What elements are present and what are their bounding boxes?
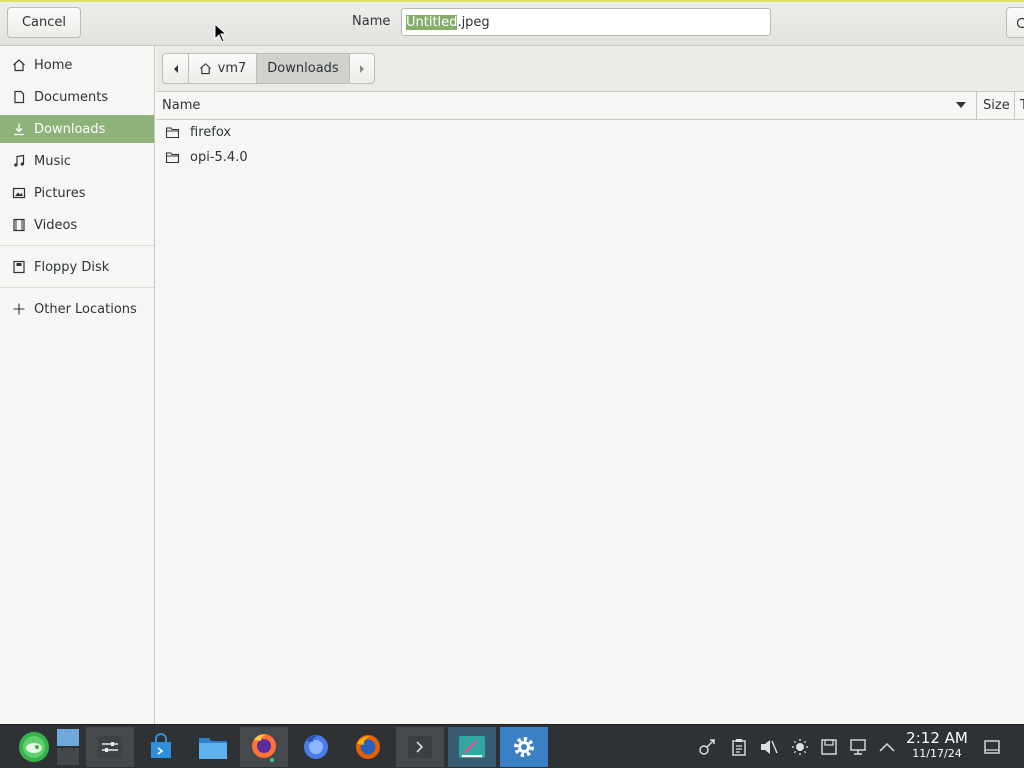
window-edge [0,0,1024,2]
firefox-alt-icon [304,735,328,759]
column-divider[interactable] [1014,92,1015,119]
network-tray-icon[interactable] [698,737,718,757]
tray-expand-chevron-up-icon[interactable] [877,737,897,757]
sidebar-item-floppy-disk[interactable]: Floppy Disk [0,253,154,281]
clipboard-tray-icon[interactable] [729,737,749,757]
mouse-cursor-icon [214,23,228,43]
music-icon [11,154,26,169]
filename-extension: .jpeg [457,14,490,30]
filename-input[interactable]: Untitled .jpeg [401,8,771,36]
picture-icon [11,186,26,201]
gear-icon [514,737,534,757]
task-settings-dialog[interactable] [500,727,548,767]
task-file-manager[interactable] [189,727,237,767]
sidebar-item-other-locations[interactable]: Other Locations [0,295,154,323]
sidebar-item-home[interactable]: Home [0,51,154,79]
sidebar-item-pictures[interactable]: Pictures [0,179,154,207]
chevron-left-icon [173,64,178,73]
column-header-type[interactable]: T [1020,92,1024,119]
places-sidebar: Home Documents Downloads Music Pictures … [0,46,155,724]
task-firefox-3[interactable] [344,727,392,767]
path-segment-home[interactable]: vm7 [188,53,257,84]
task-screenshot-tool[interactable] [448,727,496,767]
sidebar-separator [0,245,154,246]
terminal-icon [408,736,432,758]
path-segment-label: vm7 [217,61,247,76]
task-firefox-2[interactable] [292,727,340,767]
task-discover-store[interactable] [137,727,185,767]
sidebar-item-label: Floppy Disk [34,259,110,275]
clock-date: 11/17/24 [912,747,962,760]
column-header: Name Size T [156,92,1024,120]
save-button[interactable] [1006,7,1024,38]
download-icon [11,122,26,137]
list-item[interactable]: opi-5.4.0 [156,145,1024,170]
path-segment-downloads[interactable]: Downloads [256,53,350,84]
sidebar-separator [0,287,154,288]
sidebar-item-label: Documents [34,89,109,105]
file-name: firefox [190,125,232,140]
column-header-size[interactable]: Size [983,92,1010,119]
name-label: Name [352,14,391,29]
app-launcher-button[interactable] [10,727,58,767]
task-firefox-active[interactable] [240,727,288,767]
show-desktop-icon[interactable] [982,737,1002,757]
floppy-icon [11,260,26,275]
path-segment-label: Downloads [267,61,339,76]
column-divider[interactable] [976,92,977,119]
home-icon [199,63,211,75]
path-bar: vm7 Downloads [156,46,1024,92]
brightness-tray-icon[interactable] [790,737,810,757]
opensuse-logo-icon [19,732,49,762]
cancel-button[interactable]: Cancel [7,7,81,38]
video-icon [11,218,26,233]
pager-icon [57,729,79,765]
sidebar-item-label: Pictures [34,185,86,201]
sidebar-item-downloads[interactable]: Downloads [0,115,154,143]
sort-descending-icon [956,102,966,108]
sidebar-item-label: Home [34,57,73,73]
clock-time: 2:12 AM [906,729,968,747]
task-system-settings-panel[interactable] [86,727,134,767]
file-name: opi-5.4.0 [190,150,248,165]
sidebar-item-videos[interactable]: Videos [0,211,154,239]
sidebar-item-music[interactable]: Music [0,147,154,175]
column-header-name[interactable]: Name [162,92,972,119]
sidebar-item-documents[interactable]: Documents [0,83,154,111]
sidebar-item-label: Music [34,153,71,169]
clock[interactable]: 2:12 AM 11/17/24 [904,729,970,760]
chevron-right-icon [360,64,364,73]
list-item[interactable]: firefox [156,120,1024,145]
path-forward-button[interactable] [349,53,375,84]
save-button-partial-icon [1016,17,1024,28]
firefox-classic-icon [356,735,380,759]
sliders-icon [98,736,122,758]
folder-icon [165,152,180,164]
store-bag-icon [151,733,171,758]
file-list: firefox opi-5.4.0 [156,120,1024,724]
document-icon [11,90,26,105]
disk-tray-icon[interactable] [819,737,839,757]
filename-selected-text: Untitled [406,14,458,30]
header-bar: Cancel Name Untitled .jpeg [0,0,1024,46]
network-wired-tray-icon[interactable] [849,737,869,757]
plus-icon [11,302,26,317]
sidebar-item-label: Videos [34,217,78,233]
home-icon [11,58,26,73]
path-back-button[interactable] [162,53,189,84]
virtual-desktop-pager[interactable] [56,727,80,767]
sidebar-item-label: Other Locations [34,301,137,317]
firefox-icon [252,734,276,762]
taskbar: 2:12 AM 11/17/24 [0,724,1024,768]
folder-icon [165,127,180,139]
sidebar-item-label: Downloads [34,121,106,137]
volume-muted-tray-icon[interactable] [759,737,779,757]
screenshot-icon [459,736,485,758]
folder-app-icon [199,738,227,759]
task-terminal[interactable] [396,727,444,767]
